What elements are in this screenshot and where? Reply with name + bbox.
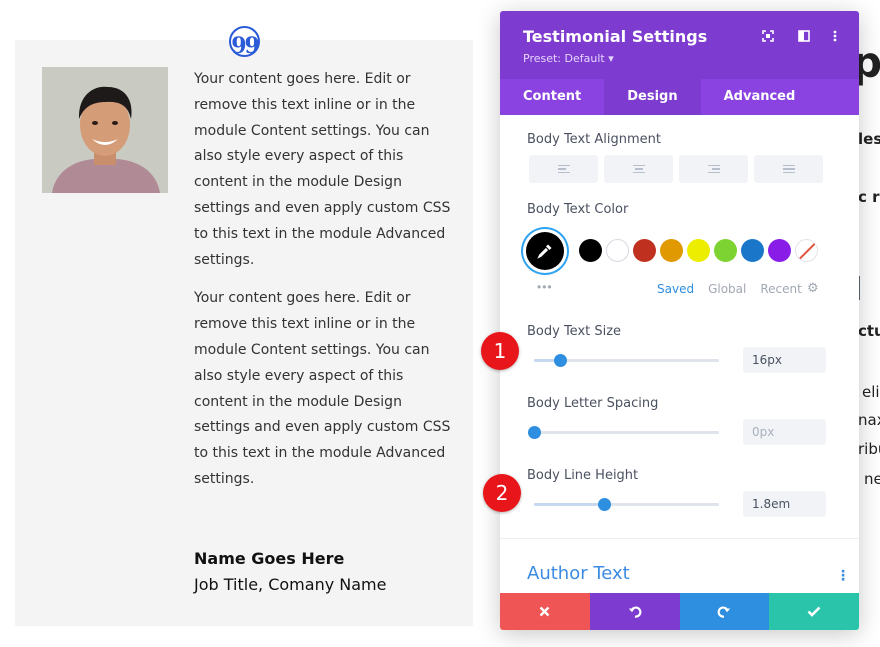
align-right-button[interactable] <box>679 155 748 183</box>
bg-text-fragment: les <box>858 130 880 148</box>
align-justify-icon <box>782 163 795 175</box>
tab-content[interactable]: Content <box>500 79 604 115</box>
bg-text-fragment: eli <box>862 383 880 401</box>
testimonial-settings-panel[interactable]: Testimonial Settings Preset: Default ▾ C… <box>500 11 859 630</box>
align-justify-button[interactable] <box>754 155 823 183</box>
undo-button[interactable] <box>589 593 680 630</box>
author-block: Name Goes Here Job Title, Comany Name <box>194 546 464 598</box>
cancel-button[interactable] <box>500 593 590 630</box>
slider-handle[interactable] <box>553 354 567 367</box>
color-tabs: Saved Global Recent <box>657 282 802 296</box>
check-icon <box>807 606 821 617</box>
close-icon <box>540 606 550 617</box>
slider-handle[interactable] <box>598 498 612 511</box>
align-center-icon <box>632 163 645 175</box>
testimonial-body: Your content goes here. Edit or remove t… <box>194 67 456 506</box>
fullscreen-icon[interactable] <box>760 28 776 44</box>
swatch-none[interactable] <box>795 239 818 262</box>
bg-text-fragment: nax <box>858 411 880 429</box>
swatch-white[interactable] <box>606 239 629 262</box>
align-left-icon <box>557 163 570 175</box>
swatch-black[interactable] <box>579 239 602 262</box>
more-colors-icon[interactable]: ••• <box>537 280 553 294</box>
swatch-orange[interactable] <box>660 239 683 262</box>
body-text-size-label: Body Text Size <box>527 324 622 339</box>
body-line-height-label: Body Line Height <box>527 468 639 483</box>
quote-icon: 99 <box>229 26 260 57</box>
color-swatches <box>579 239 818 262</box>
slider-handle[interactable] <box>528 426 541 439</box>
body-letter-spacing-input[interactable]: 0px <box>743 419 826 445</box>
section-divider <box>500 538 859 539</box>
section-more-icon[interactable]: ⋮ <box>836 567 850 584</box>
eyedropper-icon <box>537 244 552 259</box>
undo-icon <box>628 606 642 618</box>
color-picker-button[interactable] <box>526 232 564 270</box>
testimonial-paragraph: Your content goes here. Edit or remove t… <box>194 71 451 268</box>
tab-design[interactable]: Design <box>604 79 701 115</box>
swatch-red[interactable] <box>633 239 656 262</box>
body-line-height-input[interactable]: 1.8em <box>743 491 826 517</box>
swatch-blue[interactable] <box>741 239 764 262</box>
bg-text-fragment: ribu <box>858 440 880 458</box>
swatch-purple[interactable] <box>768 239 791 262</box>
body-text-size-input[interactable]: 16px <box>743 347 826 373</box>
tab-advanced[interactable]: Advanced <box>701 79 819 115</box>
swatch-yellow[interactable] <box>687 239 710 262</box>
color-tab-global[interactable]: Global <box>708 282 746 296</box>
save-button[interactable] <box>769 593 859 630</box>
slider-fill <box>534 503 605 506</box>
alignment-buttons <box>529 155 823 183</box>
panel-tabs: Content Design Advanced <box>500 79 859 115</box>
gear-icon[interactable]: ⚙ <box>807 280 819 296</box>
align-right-icon <box>707 163 720 175</box>
more-options-icon[interactable] <box>827 28 843 44</box>
color-tab-recent[interactable]: Recent <box>760 282 801 296</box>
author-job-title: Job Title, Comany Name <box>194 575 387 594</box>
portrait-image <box>42 67 168 193</box>
color-tab-saved[interactable]: Saved <box>657 282 694 296</box>
split-view-icon[interactable] <box>796 28 812 44</box>
callout-badge-2: 2 <box>483 474 521 512</box>
testimonial-module[interactable]: Your content goes here. Edit or remove t… <box>15 40 473 626</box>
body-line-height-slider[interactable] <box>534 498 719 511</box>
panel-footer <box>500 593 859 630</box>
redo-button[interactable] <box>679 593 770 630</box>
bg-text-fragment: c r <box>858 188 880 206</box>
body-text-alignment-label: Body Text Alignment <box>527 132 661 147</box>
align-left-button[interactable] <box>529 155 598 183</box>
body-text-color-label: Body Text Color <box>527 202 629 217</box>
swatch-green[interactable] <box>714 239 737 262</box>
bg-text-fragment: ne <box>864 470 880 488</box>
preset-dropdown[interactable]: Preset: Default ▾ <box>523 52 614 66</box>
panel-header[interactable]: Testimonial Settings Preset: Default ▾ <box>500 11 859 79</box>
author-text-section-toggle[interactable]: Author Text <box>527 563 630 585</box>
panel-title: Testimonial Settings <box>523 27 708 46</box>
redo-icon <box>717 606 731 618</box>
author-name: Name Goes Here <box>194 549 345 568</box>
author-portrait <box>42 67 168 193</box>
body-letter-spacing-slider[interactable] <box>528 426 719 439</box>
body-letter-spacing-label: Body Letter Spacing <box>527 396 659 411</box>
callout-badge-1: 1 <box>481 332 519 370</box>
align-center-button[interactable] <box>604 155 673 183</box>
testimonial-paragraph: Your content goes here. Edit or remove t… <box>194 290 451 487</box>
bg-text-fragment: ctu <box>858 322 880 340</box>
body-text-size-slider[interactable] <box>534 354 719 367</box>
